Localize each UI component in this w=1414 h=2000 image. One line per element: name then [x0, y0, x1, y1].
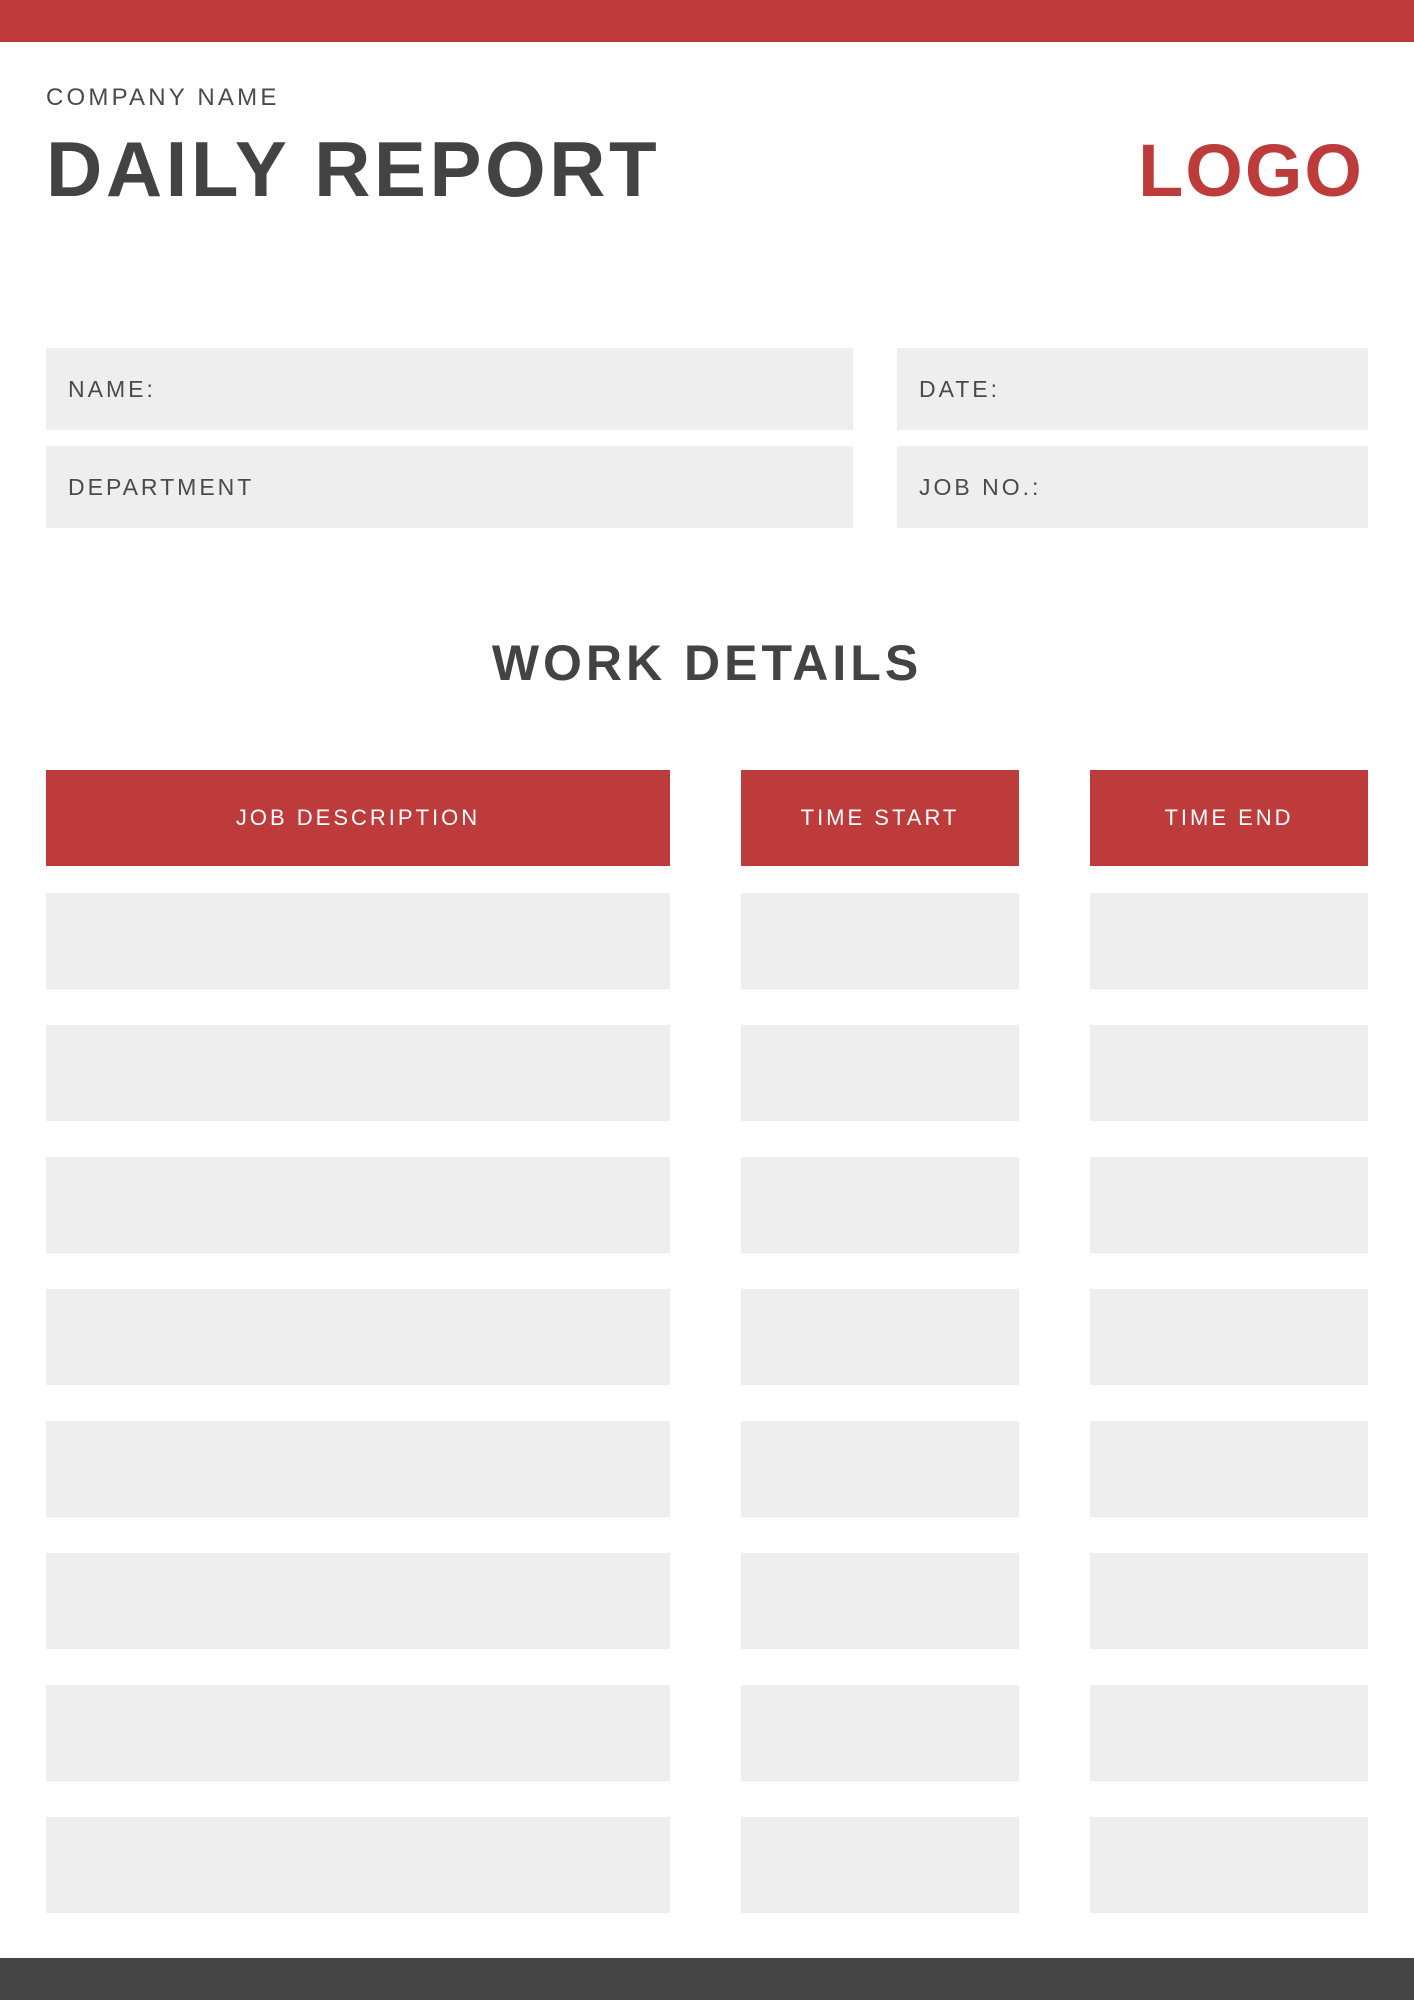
cell-time-start[interactable]: [741, 1817, 1019, 1913]
cell-time-end[interactable]: [1090, 1685, 1368, 1781]
cell-time-start[interactable]: [741, 1157, 1019, 1253]
cell-time-start[interactable]: [741, 893, 1019, 989]
job-no-field-label: JOB NO.:: [919, 473, 1042, 500]
column-header-time-start: TIME START: [741, 770, 1019, 866]
name-field[interactable]: NAME:: [46, 348, 853, 430]
info-fields: NAME: DATE: DEPARTMENT JOB NO.:: [46, 348, 1368, 528]
table-body: [46, 893, 1368, 1913]
field-row-2: DEPARTMENT JOB NO.:: [46, 446, 1368, 528]
date-field[interactable]: DATE:: [897, 348, 1368, 430]
table-row: [46, 1025, 1368, 1121]
cell-job-description[interactable]: [46, 1157, 670, 1253]
date-field-label: DATE:: [919, 375, 1001, 402]
cell-time-end[interactable]: [1090, 1553, 1368, 1649]
field-row-1: NAME: DATE:: [46, 348, 1368, 430]
cell-time-end[interactable]: [1090, 1421, 1368, 1517]
table-header-row: JOB DESCRIPTION TIME START TIME END: [46, 770, 1368, 866]
cell-job-description[interactable]: [46, 1025, 670, 1121]
cell-time-end[interactable]: [1090, 1157, 1368, 1253]
column-header-job-description: JOB DESCRIPTION: [46, 770, 670, 866]
work-details-table: JOB DESCRIPTION TIME START TIME END: [46, 770, 1368, 1913]
cell-time-end[interactable]: [1090, 893, 1368, 989]
cell-time-start[interactable]: [741, 1289, 1019, 1385]
cell-time-start[interactable]: [741, 1421, 1019, 1517]
daily-report-page: COMPANY NAME DAILY REPORT LOGO NAME: DAT…: [0, 0, 1414, 2000]
column-header-time-end-label: TIME END: [1164, 805, 1294, 830]
title-row: DAILY REPORT LOGO: [46, 130, 1368, 208]
cell-job-description[interactable]: [46, 893, 670, 989]
cell-time-end[interactable]: [1090, 1817, 1368, 1913]
cell-time-start[interactable]: [741, 1553, 1019, 1649]
table-row: [46, 1421, 1368, 1517]
company-name: COMPANY NAME: [46, 84, 280, 111]
top-accent-bar: [0, 0, 1414, 42]
table-row: [46, 1157, 1368, 1253]
cell-job-description[interactable]: [46, 1421, 670, 1517]
column-header-time-start-label: TIME START: [800, 805, 960, 830]
cell-time-end[interactable]: [1090, 1289, 1368, 1385]
table-row: [46, 893, 1368, 989]
page-title: DAILY REPORT: [46, 125, 661, 213]
logo: LOGO: [1138, 129, 1364, 212]
column-header-time-end: TIME END: [1090, 770, 1368, 866]
column-header-job-description-label: JOB DESCRIPTION: [235, 805, 481, 830]
table-row: [46, 1289, 1368, 1385]
cell-job-description[interactable]: [46, 1817, 670, 1913]
table-row: [46, 1553, 1368, 1649]
cell-job-description[interactable]: [46, 1553, 670, 1649]
cell-time-start[interactable]: [741, 1685, 1019, 1781]
name-field-label: NAME:: [68, 375, 156, 402]
department-field[interactable]: DEPARTMENT: [46, 446, 853, 528]
work-details-heading: WORK DETAILS: [491, 635, 923, 691]
cell-job-description[interactable]: [46, 1685, 670, 1781]
cell-time-start[interactable]: [741, 1025, 1019, 1121]
cell-job-description[interactable]: [46, 1289, 670, 1385]
department-field-label: DEPARTMENT: [68, 473, 255, 500]
document-header: COMPANY NAME DAILY REPORT LOGO: [46, 86, 1368, 236]
table-row: [46, 1817, 1368, 1913]
table-row: [46, 1685, 1368, 1781]
job-no-field[interactable]: JOB NO.:: [897, 446, 1368, 528]
footer-accent-bar: [0, 1958, 1414, 2000]
cell-time-end[interactable]: [1090, 1025, 1368, 1121]
